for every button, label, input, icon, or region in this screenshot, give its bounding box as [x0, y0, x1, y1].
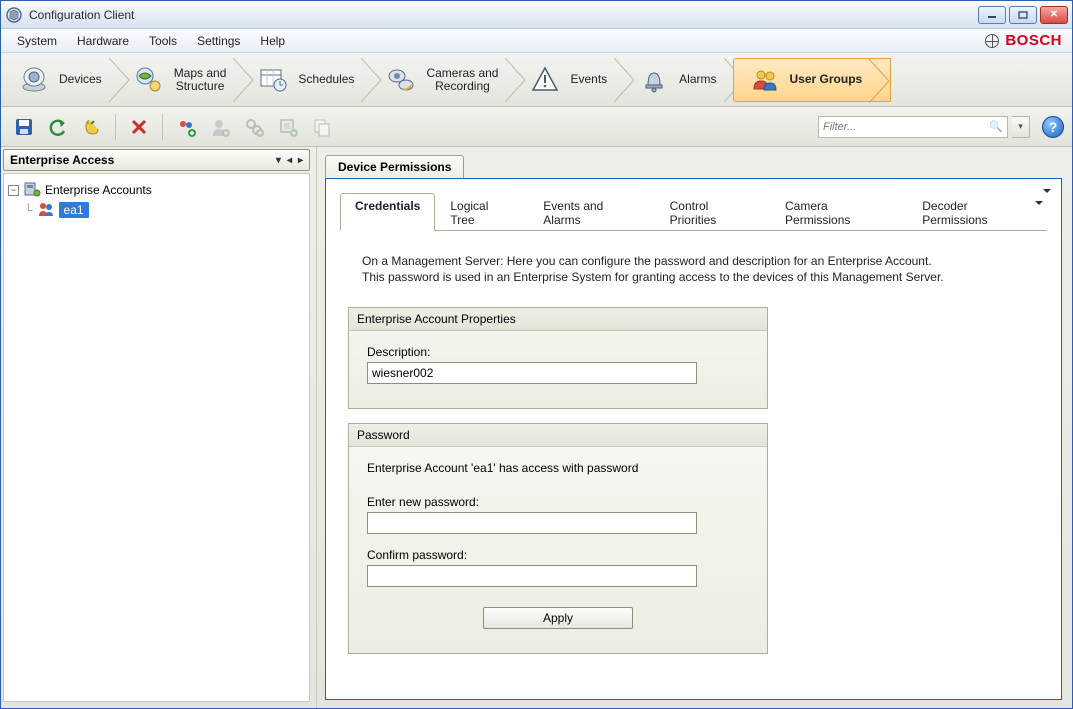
- brand-text: BOSCH: [1005, 32, 1062, 49]
- minimize-button[interactable]: [978, 6, 1006, 24]
- tree-root[interactable]: − Enterprise Accounts: [8, 180, 305, 200]
- help-button[interactable]: ?: [1042, 116, 1064, 138]
- group-title-account: Enterprise Account Properties: [349, 308, 767, 331]
- window-title: Configuration Client: [29, 8, 978, 22]
- sidebar-prev-icon[interactable]: ◂: [287, 155, 292, 166]
- maximize-button[interactable]: [1009, 6, 1037, 24]
- brand: BOSCH: [985, 32, 1066, 49]
- tab-camera-permissions[interactable]: Camera Permissions: [770, 193, 907, 231]
- nav-schedules[interactable]: Schedules: [242, 58, 382, 102]
- filter-dropdown[interactable]: ▾: [1012, 116, 1030, 138]
- save-button[interactable]: [9, 112, 39, 142]
- server-icon: [23, 180, 41, 201]
- main-content: Device Permissions Credentials Logical T…: [317, 147, 1072, 708]
- nav-user-groups[interactable]: User Groups: [733, 58, 892, 102]
- add-user-group-button[interactable]: [171, 112, 201, 142]
- brand-globe-icon: [985, 34, 999, 48]
- menu-tools[interactable]: Tools: [139, 31, 187, 51]
- sidebar-title: Enterprise Access: [10, 153, 114, 167]
- group-title-password: Password: [349, 424, 767, 447]
- devices-icon: [19, 65, 49, 95]
- sidebar: Enterprise Access ▾ ◂ ▸ − Enterprise Acc…: [1, 147, 317, 708]
- password-status: Enterprise Account 'ea1' has access with…: [367, 461, 749, 475]
- alarms-icon: [639, 65, 669, 95]
- schedules-icon: [258, 65, 288, 95]
- undo-button[interactable]: [43, 112, 73, 142]
- group-enterprise-account: Enterprise Account Properties Descriptio…: [348, 307, 768, 409]
- tab-logical-tree[interactable]: Logical Tree: [435, 193, 528, 231]
- filter-box[interactable]: 🔍: [818, 116, 1008, 138]
- description-input[interactable]: [367, 362, 697, 384]
- cameras-icon: [386, 65, 416, 95]
- copy-button[interactable]: [307, 112, 337, 142]
- tab-credentials[interactable]: Credentials: [340, 193, 435, 231]
- filter-input[interactable]: [823, 121, 989, 133]
- menu-help[interactable]: Help: [250, 31, 295, 51]
- toolbar: 🔍 ▾ ?: [1, 107, 1072, 147]
- app-icon: [5, 6, 23, 24]
- events-icon: [530, 65, 560, 95]
- tree: − Enterprise Accounts └ ea1: [3, 173, 310, 702]
- app-window: Configuration Client ✕ System Hardware T…: [0, 0, 1073, 709]
- add-enterprise-button[interactable]: [273, 112, 303, 142]
- new-password-input[interactable]: [367, 512, 697, 534]
- confirm-password-input[interactable]: [367, 565, 697, 587]
- add-person-button[interactable]: [205, 112, 235, 142]
- panel-tab[interactable]: Device Permissions: [325, 155, 464, 178]
- tree-collapse-icon[interactable]: −: [8, 185, 19, 196]
- sidebar-dropdown-icon[interactable]: ▾: [276, 155, 281, 166]
- sidebar-header: Enterprise Access ▾ ◂ ▸: [3, 149, 310, 171]
- title-bar: Configuration Client ✕: [1, 1, 1072, 29]
- delete-button[interactable]: [124, 112, 154, 142]
- nav-maps[interactable]: Maps and Structure: [118, 58, 255, 102]
- menu-bar: System Hardware Tools Settings Help BOSC…: [1, 29, 1072, 53]
- sidebar-next-icon[interactable]: ▸: [298, 155, 303, 166]
- device-permissions-panel: Credentials Logical Tree Events and Alar…: [325, 178, 1062, 700]
- info-line1: On a Management Server: Here you can con…: [362, 253, 1039, 269]
- description-label: Description:: [367, 345, 749, 359]
- tree-item-ea1[interactable]: └ ea1: [8, 200, 305, 220]
- add-link-button[interactable]: [239, 112, 269, 142]
- tab-decoder-permissions[interactable]: Decoder Permissions: [907, 193, 1047, 231]
- search-icon: 🔍: [989, 120, 1003, 133]
- toolbar-separator: [115, 114, 116, 140]
- nav-cameras[interactable]: Cameras and Recording: [370, 58, 526, 102]
- nav-bar: Devices Maps and Structure Schedules Cam…: [1, 53, 1072, 107]
- menu-system[interactable]: System: [7, 31, 67, 51]
- tree-root-label: Enterprise Accounts: [45, 183, 152, 197]
- nav-devices[interactable]: Devices: [3, 58, 130, 102]
- group-icon: [37, 200, 55, 221]
- tree-item-label: ea1: [59, 202, 89, 218]
- info-text: On a Management Server: Here you can con…: [362, 253, 1039, 285]
- user-groups-icon: [750, 65, 780, 95]
- toolbar-separator: [162, 114, 163, 140]
- subtabs: Credentials Logical Tree Events and Alar…: [340, 193, 1047, 231]
- close-button[interactable]: ✕: [1040, 6, 1068, 24]
- tree-connector: └: [24, 203, 33, 217]
- nav-alarms[interactable]: Alarms: [623, 58, 744, 102]
- confirm-password-label: Confirm password:: [367, 548, 749, 562]
- maps-icon: [134, 65, 164, 95]
- tab-control-priorities[interactable]: Control Priorities: [655, 193, 770, 231]
- group-password: Password Enterprise Account 'ea1' has ac…: [348, 423, 768, 654]
- body: Enterprise Access ▾ ◂ ▸ − Enterprise Acc…: [1, 147, 1072, 708]
- menu-settings[interactable]: Settings: [187, 31, 250, 51]
- nav-events[interactable]: Events: [514, 58, 635, 102]
- tab-events-alarms[interactable]: Events and Alarms: [528, 193, 654, 231]
- refresh-button[interactable]: [77, 112, 107, 142]
- menu-hardware[interactable]: Hardware: [67, 31, 139, 51]
- new-password-label: Enter new password:: [367, 495, 749, 509]
- info-line2: This password is used in an Enterprise S…: [362, 269, 1039, 285]
- apply-button[interactable]: Apply: [483, 607, 633, 629]
